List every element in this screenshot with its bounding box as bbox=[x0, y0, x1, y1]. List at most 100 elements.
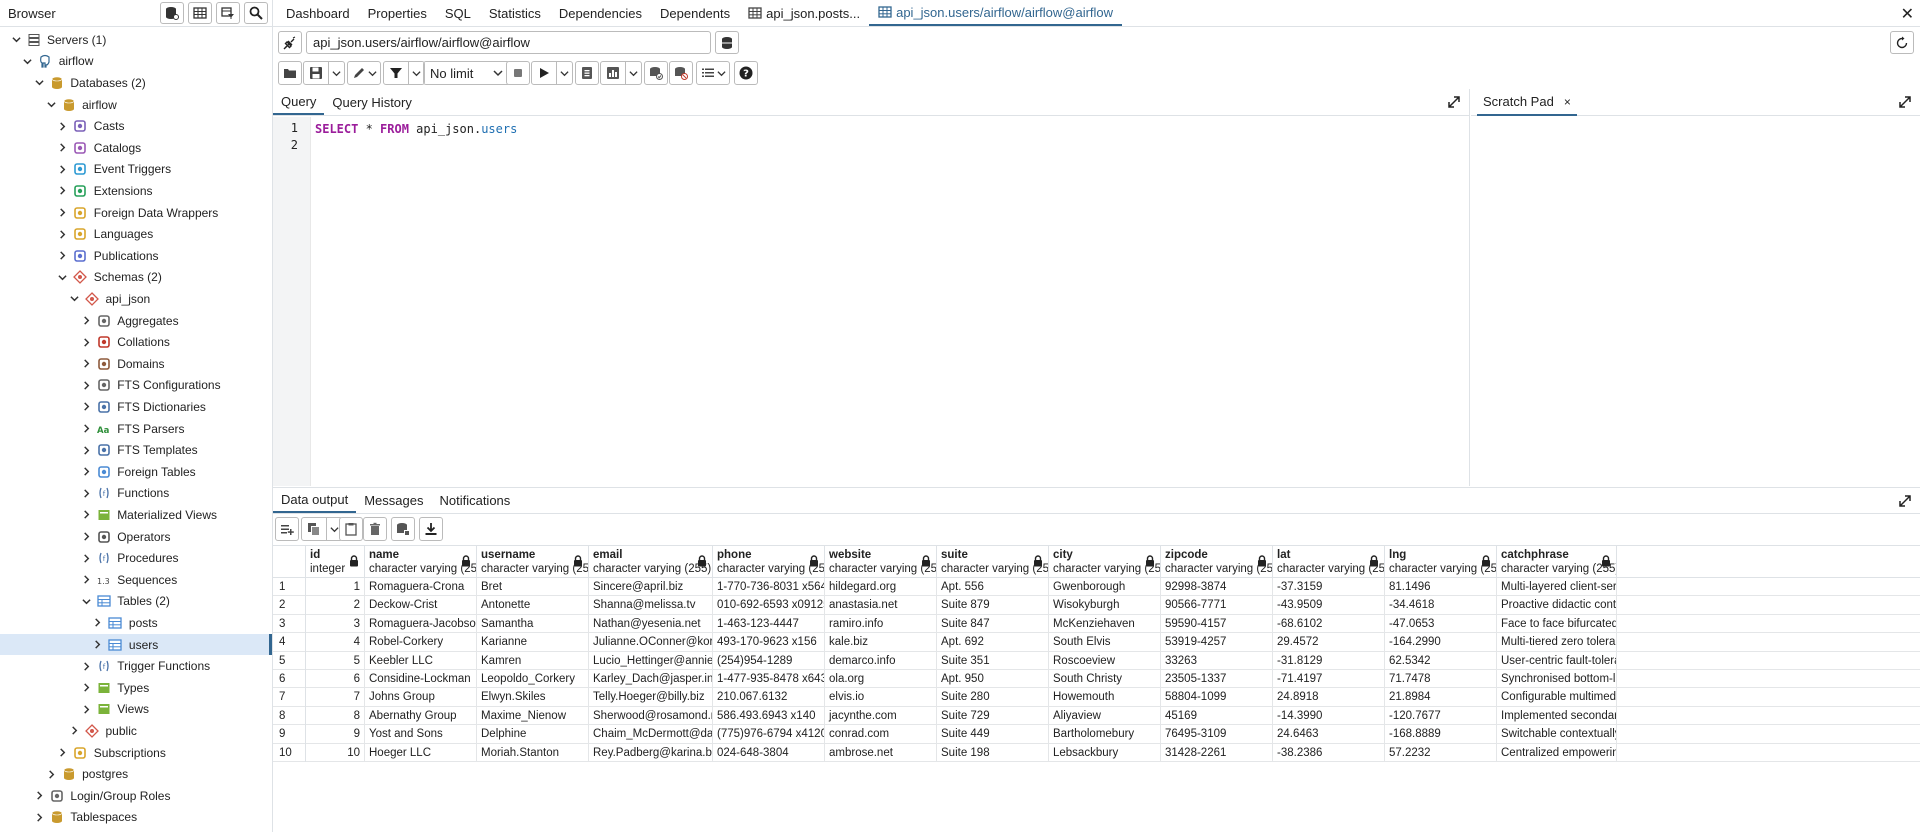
expand-toggle[interactable] bbox=[80, 682, 92, 694]
cell-name[interactable]: Keebler LLC bbox=[365, 651, 477, 670]
tab-notifications[interactable]: Notifications bbox=[431, 488, 518, 513]
cell-lat[interactable]: -43.9509 bbox=[1273, 596, 1385, 615]
expand-toggle[interactable] bbox=[80, 660, 92, 672]
tree-item[interactable]: Operators bbox=[0, 526, 272, 548]
filtered-rows-button[interactable] bbox=[216, 2, 240, 24]
cell-website[interactable]: demarco.info bbox=[825, 651, 937, 670]
tab-item[interactable]: Dependents bbox=[651, 0, 739, 26]
explain-button[interactable] bbox=[575, 61, 599, 85]
cell-website[interactable]: ambrose.net bbox=[825, 743, 937, 762]
row-number[interactable]: 6 bbox=[273, 670, 306, 689]
help-button[interactable]: ? bbox=[734, 61, 758, 85]
cell-lng[interactable]: 62.5342 bbox=[1385, 651, 1497, 670]
cell-lat[interactable]: -31.8129 bbox=[1273, 651, 1385, 670]
expand-toggle[interactable] bbox=[80, 703, 92, 715]
tree-item[interactable]: Languages bbox=[0, 223, 272, 245]
row-number[interactable]: 2 bbox=[273, 596, 306, 615]
tree-item[interactable]: Foreign Tables bbox=[0, 461, 272, 483]
column-header-username[interactable]: username character varying (255) bbox=[477, 546, 589, 578]
expand-toggle[interactable] bbox=[80, 466, 92, 478]
cell-lng[interactable]: -164.2990 bbox=[1385, 633, 1497, 652]
add-row-button[interactable] bbox=[275, 517, 299, 541]
table-row[interactable]: 2 2 Deckow-Crist Antonette Shanna@melissa.tv… bbox=[273, 596, 1920, 615]
cell-catchphrase[interactable]: Synchronised bottom-line inte bbox=[1497, 670, 1617, 689]
cell-zipcode[interactable]: 53919-4257 bbox=[1161, 633, 1273, 652]
close-tab-icon[interactable]: ✕ bbox=[1901, 4, 1914, 24]
column-header-lat[interactable]: lat character varying (255) bbox=[1273, 546, 1385, 578]
expand-toggle[interactable] bbox=[57, 228, 69, 240]
tab-item[interactable]: Dashboard bbox=[277, 0, 359, 26]
collapse-toggle[interactable] bbox=[45, 99, 57, 111]
tab-item[interactable]: Properties bbox=[359, 0, 436, 26]
expand-toggle[interactable] bbox=[80, 315, 92, 327]
cell-city[interactable]: Aliyaview bbox=[1049, 706, 1161, 726]
tree-item[interactable]: Servers (1) bbox=[0, 29, 272, 51]
tree-item[interactable]: postgres bbox=[0, 763, 272, 785]
cell-city[interactable]: Bartholomebury bbox=[1049, 725, 1161, 744]
view-data-button[interactable] bbox=[188, 2, 212, 24]
cell-city[interactable]: Gwenborough bbox=[1049, 578, 1161, 597]
collapse-toggle[interactable] bbox=[57, 271, 69, 283]
macros-button[interactable] bbox=[696, 61, 730, 85]
close-icon[interactable]: × bbox=[1564, 95, 1571, 109]
expand-toggle[interactable] bbox=[80, 487, 92, 499]
tree-item[interactable]: Views bbox=[0, 699, 272, 721]
expand-toggle[interactable] bbox=[80, 509, 92, 521]
delete-row-button[interactable] bbox=[363, 517, 387, 541]
cell-username[interactable]: Maxime_Nienow bbox=[477, 706, 589, 726]
tree-item[interactable]: Tablespaces bbox=[0, 807, 272, 829]
tree-item[interactable]: posts bbox=[0, 612, 272, 634]
tree-item[interactable]: public bbox=[0, 720, 272, 742]
cell-lng[interactable]: -47.0653 bbox=[1385, 614, 1497, 634]
tree-item[interactable]: Publications bbox=[0, 245, 272, 267]
cell-email[interactable]: Shanna@melissa.tv bbox=[589, 596, 713, 615]
column-header-zipcode[interactable]: zipcode character varying (255) bbox=[1161, 546, 1273, 578]
cell-lat[interactable]: -37.3159 bbox=[1273, 578, 1385, 597]
expand-toggle[interactable] bbox=[69, 725, 81, 737]
cell-username[interactable]: Kamren bbox=[477, 651, 589, 670]
cell-city[interactable]: Howemouth bbox=[1049, 688, 1161, 707]
rollback-button[interactable] bbox=[669, 61, 693, 85]
commit-button[interactable] bbox=[644, 61, 668, 85]
cell-zipcode[interactable]: 23505-1337 bbox=[1161, 670, 1273, 689]
row-number[interactable]: 3 bbox=[273, 614, 306, 634]
cell-id[interactable]: 8 bbox=[306, 706, 365, 726]
tree-item[interactable]: FTS Dictionaries bbox=[0, 396, 272, 418]
cell-lng[interactable]: 57.2232 bbox=[1385, 743, 1497, 762]
grid-corner[interactable] bbox=[273, 546, 306, 578]
cell-username[interactable]: Elwyn.Skiles bbox=[477, 688, 589, 707]
cell-id[interactable]: 4 bbox=[306, 633, 365, 652]
expand-toggle[interactable] bbox=[80, 358, 92, 370]
tab-item[interactable]: SQL bbox=[436, 0, 480, 26]
cell-suite[interactable]: Suite 280 bbox=[937, 688, 1049, 707]
tab-item[interactable]: api_json.users/airflow/airflow@airflow bbox=[869, 0, 1123, 26]
table-row[interactable]: 4 4 Robel-Corkery Karianne Julianne.OConner@… bbox=[273, 633, 1920, 652]
tree-item[interactable]: Tables (2) bbox=[0, 591, 272, 613]
expand-toggle[interactable] bbox=[92, 617, 104, 629]
expand-toggle[interactable] bbox=[57, 120, 69, 132]
tree-item[interactable]: Collations bbox=[0, 331, 272, 353]
expand-toggle[interactable] bbox=[80, 552, 92, 564]
open-file-button[interactable] bbox=[278, 61, 302, 85]
column-header-name[interactable]: name character varying (255) bbox=[365, 546, 477, 578]
cell-catchphrase[interactable]: Proactive didactic contingenc bbox=[1497, 596, 1617, 615]
cell-lat[interactable]: 24.8918 bbox=[1273, 688, 1385, 707]
cell-lat[interactable]: 24.6463 bbox=[1273, 725, 1385, 744]
cell-city[interactable]: South Elvis bbox=[1049, 633, 1161, 652]
save-data-button[interactable] bbox=[391, 517, 415, 541]
cell-catchphrase[interactable]: Face to face bifurcated interfa bbox=[1497, 614, 1617, 634]
cell-suite[interactable]: Apt. 556 bbox=[937, 578, 1049, 597]
search-objects-button[interactable] bbox=[244, 2, 268, 24]
tree-item[interactable]: Casts bbox=[0, 115, 272, 137]
cell-name[interactable]: Robel-Corkery bbox=[365, 633, 477, 652]
cell-phone[interactable]: 1-463-123-4447 bbox=[713, 614, 825, 634]
tab-item[interactable]: Statistics bbox=[480, 0, 550, 26]
stop-query-button[interactable] bbox=[506, 61, 530, 85]
filter-button[interactable] bbox=[383, 61, 425, 85]
cell-catchphrase[interactable]: Multi-layered client-server neu bbox=[1497, 578, 1617, 597]
collapse-toggle[interactable] bbox=[69, 293, 81, 305]
cell-id[interactable]: 3 bbox=[306, 614, 365, 634]
query-tool-button[interactable] bbox=[160, 2, 184, 24]
tree-item[interactable]: users bbox=[0, 633, 272, 656]
column-header-city[interactable]: city character varying (255) bbox=[1049, 546, 1161, 578]
